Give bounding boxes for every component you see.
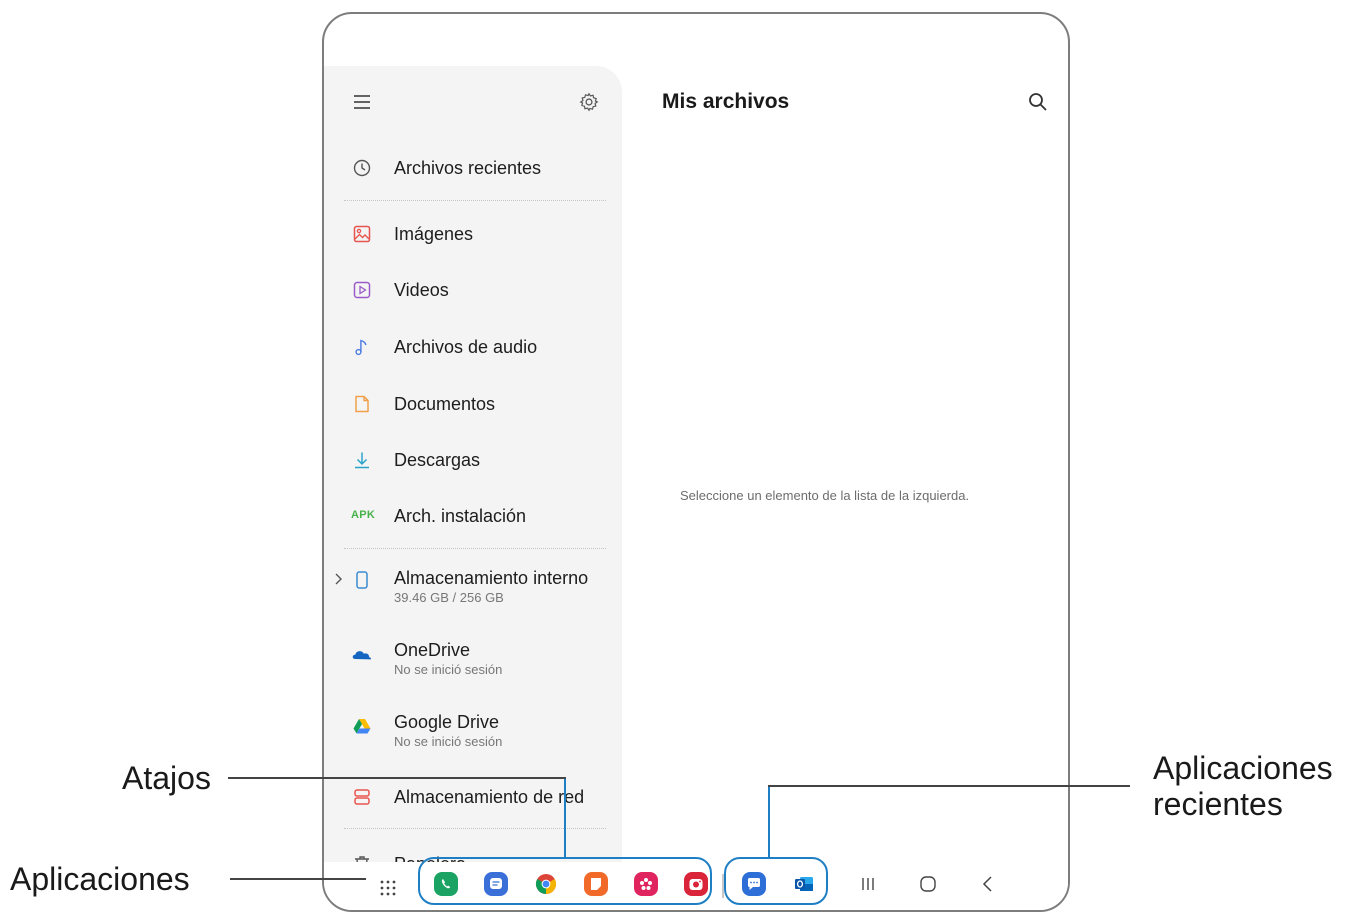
recent-apps-highlight xyxy=(724,857,828,905)
apps-grid-icon[interactable] xyxy=(380,880,396,896)
download-icon xyxy=(355,452,369,469)
video-icon xyxy=(353,281,371,299)
drawer-item-install-files[interactable]: APK Arch. instalación xyxy=(324,496,622,536)
apk-icon: APK xyxy=(351,509,376,521)
music-note-icon xyxy=(355,339,367,356)
divider xyxy=(344,200,606,201)
phone-storage-icon xyxy=(356,571,368,589)
recents-button[interactable] xyxy=(856,872,880,896)
recent-apps-callout-label: recientes xyxy=(1153,786,1283,822)
chevron-right-icon[interactable] xyxy=(334,572,344,586)
drawer-item-network-storage[interactable]: Almacenamiento de red xyxy=(324,777,622,817)
clock-icon xyxy=(353,159,371,177)
navigation-drawer: Archivos recientes Imágenes Videos Archi… xyxy=(324,66,622,874)
drawer-item-label: Arch. instalación xyxy=(394,506,527,526)
drawer-item-internal-storage[interactable]: Almacenamiento interno 39.46 GB / 256 GB xyxy=(324,558,622,614)
gear-icon[interactable] xyxy=(578,91,600,113)
drawer-item-label: Archivos recientes xyxy=(394,158,542,178)
drawer-item-google-drive[interactable]: Google Drive No se inició sesión xyxy=(324,702,622,758)
drawer-item-sublabel: 39.46 GB / 256 GB xyxy=(394,590,504,605)
drawer-header xyxy=(352,90,600,116)
menu-icon[interactable] xyxy=(352,92,372,112)
drawer-item-downloads[interactable]: Descargas xyxy=(324,440,622,480)
drawer-item-label: Documentos xyxy=(394,394,496,414)
drawer-item-label: Almacenamiento de red xyxy=(394,787,585,807)
recent-apps-callout-label: Aplicaciones xyxy=(1153,750,1333,786)
page-title: Mis archivos xyxy=(662,90,790,113)
shortcuts-callout-line xyxy=(228,777,566,779)
drawer-item-label: Almacenamiento interno xyxy=(394,568,589,588)
drawer-item-sublabel: No se inició sesión xyxy=(394,662,503,677)
image-icon xyxy=(353,225,371,243)
divider xyxy=(344,828,606,829)
shortcuts-callout-label: Atajos xyxy=(122,760,211,796)
drawer-item-recent-files[interactable]: Archivos recientes xyxy=(324,148,622,188)
drawer-item-sublabel: No se inició sesión xyxy=(394,734,503,749)
drawer-item-videos[interactable]: Videos xyxy=(324,270,622,310)
divider xyxy=(344,548,606,549)
drawer-item-label: Archivos de audio xyxy=(394,337,538,357)
back-button[interactable] xyxy=(976,872,1000,896)
drawer-item-images[interactable]: Imágenes xyxy=(324,214,622,254)
network-storage-icon xyxy=(354,789,370,805)
google-drive-icon xyxy=(353,719,371,734)
empty-state-text: Seleccione un elemento de la lista de la… xyxy=(680,488,970,503)
home-button[interactable] xyxy=(916,872,940,896)
drawer-item-label: Google Drive xyxy=(394,712,500,732)
document-icon xyxy=(355,395,369,413)
recent-apps-callout-line xyxy=(768,785,770,857)
drawer-item-label: Descargas xyxy=(394,450,481,470)
drawer-item-audio[interactable]: Archivos de audio xyxy=(324,327,622,367)
shortcuts-highlight xyxy=(418,857,712,905)
search-icon[interactable] xyxy=(1026,90,1050,114)
drawer-item-label: Imágenes xyxy=(394,224,474,244)
recent-apps-callout-line xyxy=(768,785,1130,787)
drawer-item-documents[interactable]: Documentos xyxy=(324,384,622,424)
drawer-item-onedrive[interactable]: OneDrive No se inició sesión xyxy=(324,630,622,686)
onedrive-icon xyxy=(352,651,372,660)
drawer-item-label: OneDrive xyxy=(394,640,471,660)
apps-callout-line xyxy=(230,878,366,880)
apps-callout-label: Aplicaciones xyxy=(10,861,190,897)
shortcuts-callout-line xyxy=(564,777,566,857)
drawer-item-label: Videos xyxy=(394,280,449,300)
